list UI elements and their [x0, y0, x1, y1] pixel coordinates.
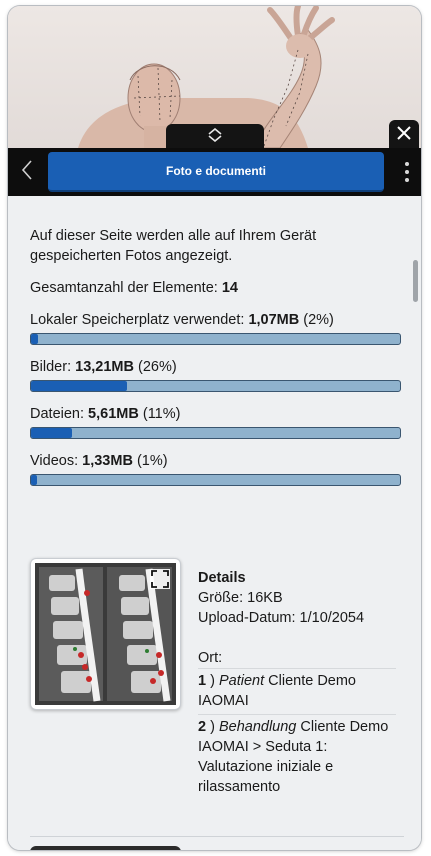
location-type: Behandlung [218, 719, 297, 735]
progress-bar [30, 333, 401, 345]
xray-image [35, 563, 176, 705]
upload-date: Upload-Datum: 1/10/2054 [198, 610, 365, 626]
stat-label: Lokaler Speicherplatz verwendet: 1,07MB … [30, 310, 402, 330]
photo-thumbnail[interactable] [30, 558, 181, 710]
stat-value: 1,07MB [248, 312, 300, 328]
dot [405, 162, 409, 166]
total-value: 14 [221, 280, 238, 296]
location-sep: ) [206, 719, 219, 735]
dot [405, 178, 409, 182]
stat-value: 13,21MB [75, 359, 134, 375]
collapse-panel-button[interactable] [166, 124, 264, 150]
storage-summary: Auf dieser Seite werden alle auf Ihrem G… [30, 226, 402, 486]
location-number: 2 [198, 719, 207, 735]
intro-text: Auf dieser Seite werden alle auf Ihrem G… [30, 228, 317, 264]
location-sep: ) [206, 673, 219, 689]
progress-fill [31, 381, 127, 391]
location-link-patient[interactable]: 1 ) Patient Cliente Demo IAOMAI [198, 668, 396, 714]
more-menu-button[interactable] [399, 158, 415, 186]
back-button[interactable] [12, 156, 42, 188]
photo-details: Details Größe: 16KB Upload-Datum: 1/10/2… [198, 568, 396, 800]
close-icon [397, 125, 411, 145]
progress-fill [31, 475, 37, 485]
total-label: Gesamtanzahl der Elemente: [30, 280, 218, 296]
details-heading: Details [198, 570, 246, 586]
progress-fill [31, 428, 72, 438]
expand-icon[interactable] [150, 569, 170, 594]
stat-label: Bilder: 13,21MB (26%) [30, 357, 402, 377]
stat-images: Bilder: 13,21MB (26%) [30, 357, 402, 392]
file-size: Größe: 16KB [198, 590, 283, 606]
progress-bar [30, 380, 401, 392]
progress-fill [31, 334, 39, 344]
stat-files: Dateien: 5,61MB (11%) [30, 404, 402, 439]
stat-name: Dateien: [30, 406, 85, 422]
page-title: Foto e documenti [48, 152, 384, 192]
stat-percent: (26%) [138, 359, 177, 375]
content-panel[interactable]: Auf dieser Seite werden alle auf Ihrem G… [8, 196, 421, 850]
stat-name: Videos: [30, 453, 79, 469]
stat-value: 1,33MB [82, 453, 133, 469]
scrollbar-thumb[interactable] [413, 260, 418, 302]
stat-videos: Videos: 1,33MB (1%) [30, 451, 402, 486]
stat-percent: (2%) [303, 312, 334, 328]
close-button[interactable] [389, 120, 419, 150]
progress-bar [30, 474, 401, 486]
dot [405, 170, 409, 174]
next-photo-thumbnail[interactable] [30, 846, 181, 850]
stat-name: Lokaler Speicherplatz verwendet: [30, 312, 245, 328]
chevron-left-icon [21, 159, 33, 186]
stat-name: Bilder: [30, 359, 72, 375]
stat-local-storage: Lokaler Speicherplatz verwendet: 1,07MB … [30, 310, 402, 345]
stat-label: Videos: 1,33MB (1%) [30, 451, 402, 471]
location-type: Patient [218, 673, 265, 689]
stat-value: 5,61MB [88, 406, 139, 422]
location-label: Ort: [198, 650, 223, 666]
divider [30, 836, 404, 837]
stat-percent: (1%) [136, 453, 168, 469]
location-number: 1 [198, 673, 207, 689]
total-items: Gesamtanzahl der Elemente: 14 [30, 278, 402, 298]
location-link-treatment[interactable]: 2 ) Behandlung Cliente Demo IAOMAI > Sed… [198, 714, 396, 800]
chevron-up-down-icon [206, 127, 224, 147]
app-window: Foto e documenti Auf dieser Seite werden… [8, 6, 421, 850]
stat-percent: (11%) [142, 406, 181, 422]
panel-header: Foto e documenti [8, 148, 421, 196]
progress-bar [30, 427, 401, 439]
stat-label: Dateien: 5,61MB (11%) [30, 404, 402, 424]
